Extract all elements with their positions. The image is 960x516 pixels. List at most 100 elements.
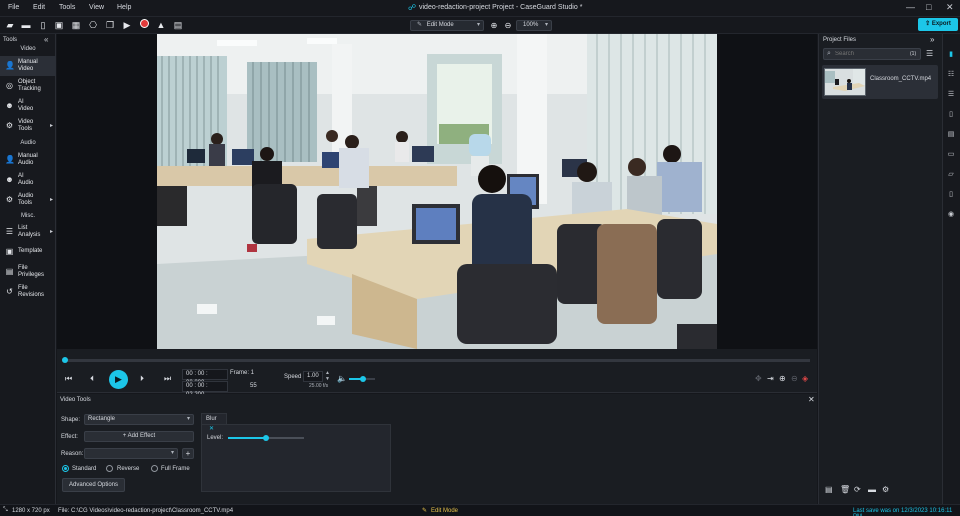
last-save-text: Last save was on 12/3/2023 10:16:11 PM bbox=[853, 508, 953, 516]
target-icon: ◎ bbox=[6, 81, 13, 90]
advanced-options-button[interactable]: Advanced Options bbox=[62, 478, 125, 492]
file-icon[interactable]: ▯ bbox=[37, 19, 49, 31]
record-icon[interactable] bbox=[138, 19, 150, 31]
step-forward-icon[interactable]: ⏵ bbox=[140, 374, 144, 384]
settings-icon[interactable]: ⚙ bbox=[882, 485, 889, 494]
sidebar-item-audio-tools[interactable]: ⚙ Audio Tools ▸ bbox=[0, 190, 56, 210]
video-frame[interactable] bbox=[157, 34, 717, 349]
zoom-in-timeline-icon[interactable]: ⊕ bbox=[779, 374, 786, 383]
tab-blur[interactable]: Blur ✕ bbox=[201, 413, 227, 432]
warning-icon[interactable]: ▲ bbox=[155, 19, 167, 31]
timeline-track[interactable] bbox=[62, 359, 810, 362]
close-window-button[interactable]: ✕ bbox=[946, 2, 954, 13]
zoom-out-timeline-icon[interactable]: ⊖ bbox=[791, 374, 798, 383]
add-file-icon[interactable]: ▤ bbox=[825, 485, 833, 494]
collapse-right-panel-icon[interactable]: » bbox=[930, 35, 934, 44]
add-effect-button[interactable]: + Add Effect bbox=[84, 431, 194, 442]
eye-icon[interactable]: ◉ bbox=[946, 210, 956, 220]
export-button[interactable]: ⇪ Export bbox=[918, 18, 958, 31]
fps-label: 25.00 f/s bbox=[309, 383, 329, 389]
list-detail-icon[interactable]: ☰ bbox=[946, 90, 956, 100]
level-knob[interactable] bbox=[263, 435, 269, 441]
sidebar-item-manual-audio[interactable]: 👤 Manual Audio bbox=[0, 150, 56, 170]
enter-icon[interactable]: ⇥ bbox=[767, 374, 774, 383]
sidebar-item-object-tracking[interactable]: ◎ Object Tracking bbox=[0, 76, 56, 96]
sidebar-item-list-analysis[interactable]: ☰ List Analysis ▸ bbox=[0, 222, 56, 242]
radio-standard[interactable] bbox=[62, 465, 69, 472]
add-reason-button[interactable]: + bbox=[182, 448, 194, 459]
sidebar-item-manual-video[interactable]: 👤 Manual Video bbox=[0, 56, 56, 76]
radio-full-frame[interactable] bbox=[151, 465, 158, 472]
menu-view[interactable]: View bbox=[89, 4, 104, 11]
folder-icon[interactable]: ▬ bbox=[20, 19, 32, 31]
save-icon[interactable]: ▣ bbox=[53, 19, 65, 31]
zoom-in-icon[interactable]: ⊕ bbox=[488, 20, 500, 32]
save-all-icon[interactable]: ▦ bbox=[70, 19, 82, 31]
redact-marker-icon[interactable]: ◈ bbox=[802, 374, 808, 383]
refresh-icon[interactable]: ⟳ bbox=[854, 485, 861, 494]
trash-icon[interactable]: 🗑 bbox=[840, 485, 850, 494]
zoom-select[interactable]: 100% ▾ bbox=[516, 20, 552, 31]
skip-to-end-icon[interactable]: ⏭ bbox=[164, 374, 171, 384]
sidebar-item-ai-video[interactable]: ☻ AI Video bbox=[0, 96, 56, 116]
zoom-out-icon[interactable]: ⊖ bbox=[502, 20, 514, 32]
list-item[interactable]: Classroom_CCTV.mp4 bbox=[822, 65, 938, 99]
section-misc: Misc. bbox=[21, 213, 35, 219]
app-logo-icon: ☍ bbox=[408, 3, 417, 12]
project-files-tab-icon[interactable]: ▮ bbox=[946, 50, 956, 60]
step-back-icon[interactable]: ⏴ bbox=[90, 374, 94, 384]
close-video-tools-icon[interactable]: ✕ bbox=[808, 395, 815, 404]
scan-icon[interactable]: ⎔ bbox=[87, 19, 99, 31]
filter-icon[interactable]: ☰ bbox=[926, 49, 933, 58]
skip-to-start-icon[interactable]: ⏮ bbox=[65, 374, 72, 384]
timeline-playhead[interactable] bbox=[62, 357, 68, 363]
menu-file[interactable]: File bbox=[8, 4, 19, 11]
file-lock-icon[interactable]: ▯ bbox=[946, 190, 956, 200]
pencil-icon: ✎ bbox=[417, 22, 423, 28]
speed-down-icon[interactable]: ▼ bbox=[325, 376, 330, 382]
sidebar-item-ai-audio[interactable]: ☻ AI Audio bbox=[0, 170, 56, 190]
folder-icon[interactable]: ▬ bbox=[868, 485, 876, 494]
current-time-field[interactable]: 00 : 00 : 00.000 bbox=[182, 369, 228, 386]
sidebar-item-file-privileges[interactable]: ▤ File Privileges bbox=[0, 262, 56, 282]
search-field[interactable]: ⌕ (1) bbox=[823, 48, 921, 60]
copy-icon[interactable]: ❐ bbox=[104, 19, 116, 31]
report-icon[interactable]: ▤ bbox=[946, 130, 956, 140]
minimize-button[interactable]: — bbox=[906, 2, 915, 12]
sidebar-item-template[interactable]: ▣ Template bbox=[0, 242, 56, 262]
speed-input[interactable]: 1.00 bbox=[303, 371, 323, 382]
reason-select[interactable]: ▾ bbox=[84, 448, 178, 459]
maximize-button[interactable]: □ bbox=[926, 2, 931, 12]
shape-select[interactable]: Rectangle ▾ bbox=[84, 414, 194, 425]
close-tab-icon[interactable]: ✕ bbox=[209, 426, 214, 432]
volume-knob[interactable] bbox=[360, 376, 366, 382]
id-card-icon[interactable]: ▭ bbox=[946, 150, 956, 160]
youtube-icon[interactable]: ▶ bbox=[121, 19, 133, 31]
radio-reverse[interactable] bbox=[106, 465, 113, 472]
play-button[interactable]: ▶ bbox=[109, 370, 128, 389]
files-icon[interactable]: ▱ bbox=[946, 170, 956, 180]
menu-tools[interactable]: Tools bbox=[59, 4, 75, 11]
sidebar-item-label: Manual Audio bbox=[18, 153, 38, 166]
search-input[interactable] bbox=[835, 50, 905, 58]
mode-select[interactable]: ✎ Edit Mode ▾ bbox=[410, 20, 484, 31]
export-icon: ⇪ bbox=[925, 21, 931, 27]
volume-icon[interactable]: 🔈 bbox=[337, 374, 347, 383]
collapse-sidebar-icon[interactable]: « bbox=[44, 35, 48, 44]
section-audio: Audio bbox=[20, 140, 36, 146]
menu-help[interactable]: Help bbox=[117, 4, 131, 11]
radio-standard-label: Standard bbox=[72, 466, 97, 472]
chevron-right-icon: ▸ bbox=[49, 123, 53, 129]
ai-face-icon: ☻ bbox=[5, 101, 14, 110]
list-icon[interactable]: ☷ bbox=[946, 70, 956, 80]
sidebar-item-label: List Analysis bbox=[18, 225, 41, 238]
calendar-icon[interactable]: ▤ bbox=[172, 19, 184, 31]
sidebar-item-video-tools[interactable]: ⚙ Video Tools ▸ bbox=[0, 116, 56, 136]
sidebar-item-file-revisions[interactable]: ↺ File Revisions bbox=[0, 282, 56, 302]
document-icon[interactable]: ▯ bbox=[946, 110, 956, 120]
level-slider[interactable] bbox=[228, 435, 304, 441]
folder-open-icon[interactable]: ▰ bbox=[4, 19, 16, 31]
volume-slider[interactable] bbox=[349, 376, 375, 382]
move-icon[interactable]: ✥ bbox=[755, 374, 762, 383]
menu-edit[interactable]: Edit bbox=[33, 4, 45, 11]
